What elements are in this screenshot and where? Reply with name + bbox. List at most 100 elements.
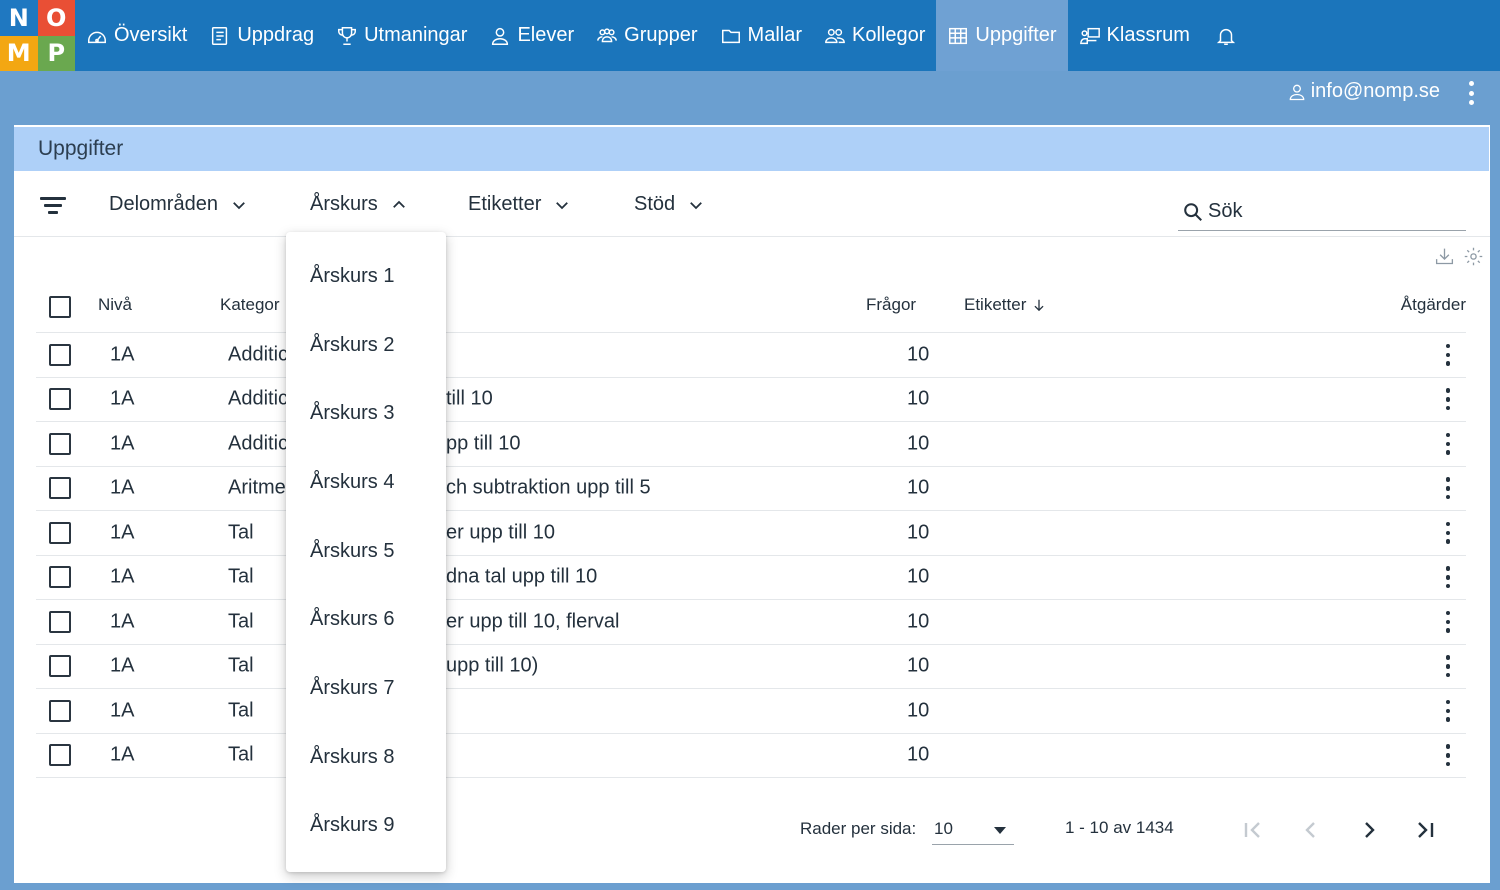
cell-kategori: Tal	[228, 654, 254, 677]
cell-kategori: Tal	[228, 521, 254, 544]
main-nav: Översikt Uppdrag Utmaningar Elever Grupp…	[75, 0, 1251, 71]
select-all-checkbox[interactable]	[49, 295, 71, 318]
table-row[interactable]: 1A Additic till 10 10	[36, 378, 1466, 422]
folder-icon	[721, 29, 740, 43]
first-page-button[interactable]	[1238, 815, 1268, 845]
arskurs-dropdown-menu: Årskurs 1 Årskurs 2 Årskurs 3 Årskurs 4 …	[286, 232, 446, 872]
nomp-logo[interactable]: N O M P	[0, 0, 75, 71]
table-row[interactable]: 1A Tal 10	[36, 689, 1466, 734]
table-row[interactable]: 1A Tal 10	[36, 734, 1466, 778]
last-page-button[interactable]	[1410, 815, 1440, 845]
filter-label: Etiketter	[468, 193, 542, 215]
previous-page-button[interactable]	[1296, 815, 1326, 845]
cell-kategori: Tal	[228, 699, 254, 722]
dropdown-item-arskurs-1[interactable]: Årskurs 1	[286, 242, 446, 311]
row-actions-icon[interactable]	[1444, 610, 1452, 633]
nav-item-uppgifter[interactable]: Uppgifter	[936, 0, 1068, 71]
search-icon	[1184, 202, 1202, 221]
row-actions-icon[interactable]	[1444, 521, 1452, 544]
row-checkbox[interactable]	[49, 432, 71, 455]
nav-item-grupper[interactable]: Grupper	[585, 0, 708, 71]
table-header-row: Nivå Kategor Frågor Etiketter Åtgärder	[36, 277, 1466, 333]
chevron-left-icon	[1305, 822, 1315, 838]
filter-etiketter[interactable]: Etiketter	[468, 193, 571, 216]
dropdown-item-arskurs-9[interactable]: Årskurs 9	[286, 792, 446, 861]
dropdown-item-arskurs-6[interactable]: Årskurs 6	[286, 585, 446, 654]
filter-stod[interactable]: Stöd	[634, 193, 705, 216]
row-actions-icon[interactable]	[1444, 477, 1452, 500]
filter-icon[interactable]	[40, 197, 66, 215]
filter-delomraden[interactable]: Delområden	[109, 193, 248, 216]
nav-item-mallar[interactable]: Mallar	[709, 0, 813, 71]
cell-fragor: 10	[907, 565, 930, 588]
cell-niva: 1A	[110, 610, 135, 633]
pagination-range: 1 - 10 av 1434	[1065, 818, 1174, 837]
row-actions-icon[interactable]	[1444, 655, 1452, 678]
column-header-niva[interactable]: Nivå	[98, 295, 132, 315]
nav-item-klassrum[interactable]: Klassrum	[1068, 0, 1201, 71]
row-actions-icon[interactable]	[1444, 388, 1452, 411]
filter-arskurs[interactable]: Årskurs	[310, 193, 408, 216]
more-options-icon[interactable]	[1464, 81, 1478, 105]
table-row[interactable]: 1A Tal dna tal upp till 10 10	[36, 556, 1466, 600]
column-header-etiketter[interactable]: Etiketter	[964, 295, 1046, 315]
table-row[interactable]: 1A Tal upp till 10) 10	[36, 645, 1466, 689]
dropdown-item-arskurs-3[interactable]: Årskurs 3	[286, 379, 446, 448]
row-actions-icon[interactable]	[1444, 343, 1452, 366]
next-page-button[interactable]	[1354, 815, 1384, 845]
cell-niva: 1A	[110, 343, 135, 366]
table-row[interactable]: 1A Tal er upp till 10, flerval 10	[36, 600, 1466, 645]
notifications-button[interactable]	[1201, 0, 1251, 71]
nav-item-uppdrag[interactable]: Uppdrag	[198, 0, 325, 71]
filter-label: Delområden	[109, 193, 218, 215]
gear-icon[interactable]	[1463, 246, 1484, 267]
row-checkbox[interactable]	[49, 521, 71, 544]
trophy-icon	[338, 26, 357, 45]
table-row[interactable]: 1A Additic pp till 10 10	[36, 422, 1466, 467]
table-icon	[949, 27, 968, 44]
users-icon	[825, 28, 845, 43]
page-title: Uppgifter	[38, 137, 124, 160]
dropdown-item-arskurs-7[interactable]: Årskurs 7	[286, 654, 446, 723]
nav-item-oversikt[interactable]: Översikt	[75, 0, 198, 71]
row-checkbox[interactable]	[49, 566, 71, 589]
classroom-icon	[1079, 27, 1100, 44]
table-row[interactable]: 1A Additic 10	[36, 333, 1466, 378]
row-actions-icon[interactable]	[1444, 566, 1452, 589]
cell-name: upp till 10)	[446, 654, 539, 677]
nav-item-utmaningar[interactable]: Utmaningar	[325, 0, 478, 71]
row-checkbox[interactable]	[49, 744, 71, 767]
cell-fragor: 10	[907, 521, 930, 544]
download-icon[interactable]	[1434, 246, 1455, 267]
nav-label: Mallar	[747, 24, 802, 46]
cell-fragor: 10	[907, 476, 930, 499]
dashboard-icon	[88, 31, 106, 43]
table-row[interactable]: 1A Aritme ch subtraktion upp till 5 10	[36, 467, 1466, 511]
table-tools	[1434, 246, 1484, 267]
dropdown-item-arskurs-8[interactable]: Årskurs 8	[286, 723, 446, 792]
cell-kategori: Tal	[228, 610, 254, 633]
row-actions-icon[interactable]	[1444, 699, 1452, 722]
user-menu[interactable]: info@nomp.se	[1287, 80, 1440, 103]
row-checkbox[interactable]	[49, 343, 71, 366]
row-checkbox[interactable]	[49, 655, 71, 678]
nav-label: Översikt	[114, 24, 188, 46]
dropdown-item-arskurs-5[interactable]: Årskurs 5	[286, 517, 446, 586]
row-checkbox[interactable]	[49, 388, 71, 411]
row-actions-icon[interactable]	[1444, 744, 1452, 767]
nav-item-kollegor[interactable]: Kollegor	[813, 0, 936, 71]
dropdown-item-arskurs-2[interactable]: Årskurs 2	[286, 311, 446, 380]
column-header-fragor[interactable]: Frågor	[866, 295, 916, 315]
rows-per-page-select[interactable]: 10	[932, 813, 1014, 845]
column-header-kategori[interactable]: Kategor	[220, 295, 280, 315]
table-row[interactable]: 1A Tal er upp till 10 10	[36, 511, 1466, 556]
row-checkbox[interactable]	[49, 477, 71, 500]
dropdown-item-arskurs-4[interactable]: Årskurs 4	[286, 448, 446, 517]
cell-niva: 1A	[110, 654, 135, 677]
row-checkbox[interactable]	[49, 699, 71, 722]
row-actions-icon[interactable]	[1444, 432, 1452, 455]
cell-kategori: Additic	[228, 343, 289, 366]
nav-item-elever[interactable]: Elever	[478, 0, 585, 71]
search-input[interactable]	[1208, 200, 1438, 223]
row-checkbox[interactable]	[49, 610, 71, 633]
